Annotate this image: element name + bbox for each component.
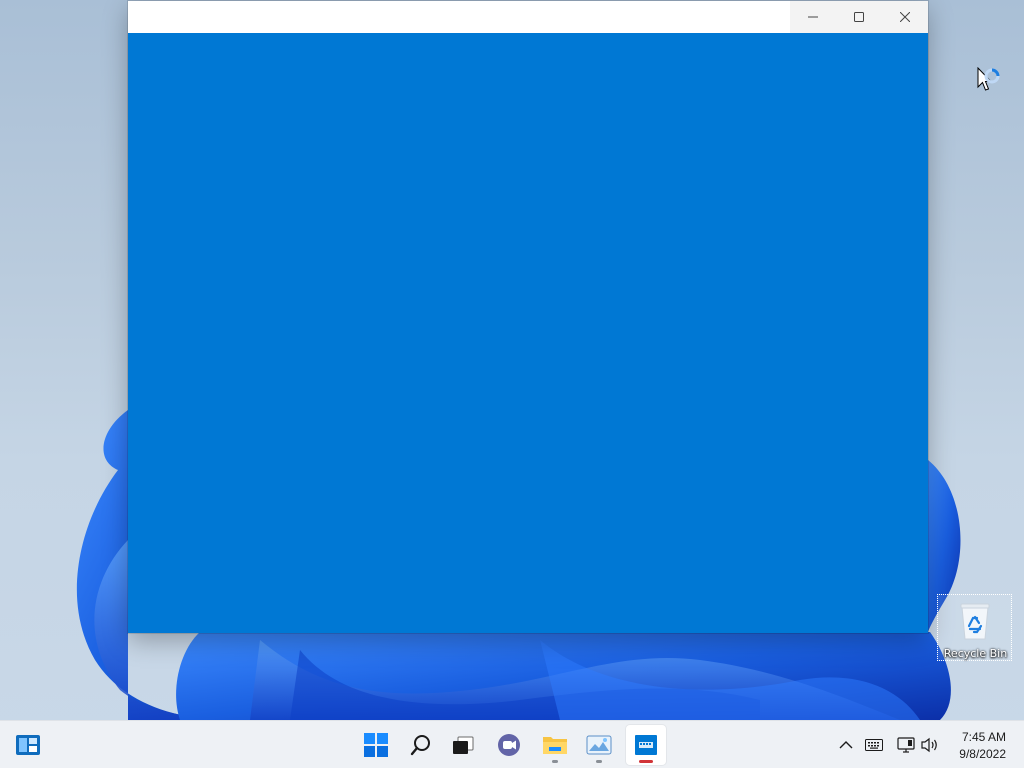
clock[interactable]: 7:45 AM 9/8/2022 bbox=[959, 729, 1006, 763]
clock-time: 7:45 AM bbox=[961, 730, 1006, 744]
photos-button[interactable] bbox=[579, 725, 619, 765]
window-titlebar[interactable] bbox=[128, 1, 928, 33]
photos-icon bbox=[586, 735, 612, 755]
busy-cursor-icon bbox=[977, 67, 1000, 91]
start-icon bbox=[364, 733, 388, 757]
minimize-icon bbox=[808, 16, 818, 18]
taskbar: 7:45 AM 9/8/2022 bbox=[0, 720, 1024, 768]
minimize-button[interactable] bbox=[790, 1, 836, 33]
maximize-button[interactable] bbox=[836, 1, 882, 33]
widgets-icon bbox=[16, 735, 40, 755]
search-button[interactable] bbox=[401, 725, 441, 765]
clock-date: 9/8/2022 bbox=[959, 747, 1006, 761]
network-icon bbox=[897, 737, 915, 753]
show-hidden-icons-button[interactable] bbox=[836, 735, 856, 755]
show-hidden-icons-chevron bbox=[839, 741, 853, 749]
keyboard-icon bbox=[865, 739, 883, 751]
recycle-bin-icon bbox=[960, 603, 990, 640]
volume-icon bbox=[921, 737, 937, 753]
search-icon bbox=[410, 735, 430, 756]
task-view-icon bbox=[453, 736, 474, 754]
desktop: Recycle Bin bbox=[0, 0, 1024, 720]
close-button[interactable] bbox=[882, 1, 928, 33]
window-content[interactable] bbox=[128, 33, 928, 633]
maximize-icon bbox=[854, 12, 864, 22]
file-explorer-icon bbox=[543, 737, 567, 754]
active-app-button[interactable] bbox=[626, 725, 666, 765]
active-app-icon bbox=[635, 735, 657, 755]
desktop-icon-recycle-bin[interactable]: Recycle Bin bbox=[937, 594, 1012, 661]
keyboard-button[interactable] bbox=[864, 735, 884, 755]
file-explorer-button[interactable] bbox=[535, 725, 575, 765]
task-view-button[interactable] bbox=[443, 725, 483, 765]
widgets-button[interactable] bbox=[8, 725, 48, 765]
running-indicator bbox=[596, 760, 602, 763]
recycle-bin-label: Recycle Bin bbox=[943, 647, 1008, 660]
volume-button[interactable] bbox=[920, 735, 940, 755]
chat-button[interactable] bbox=[490, 725, 530, 765]
close-icon bbox=[900, 12, 910, 22]
network-button[interactable] bbox=[896, 735, 916, 755]
chat-icon bbox=[498, 734, 520, 756]
start-button[interactable] bbox=[356, 725, 396, 765]
focused-indicator bbox=[639, 760, 653, 763]
caption-buttons bbox=[790, 1, 928, 33]
app-window[interactable] bbox=[128, 1, 928, 633]
running-indicator bbox=[552, 760, 558, 763]
